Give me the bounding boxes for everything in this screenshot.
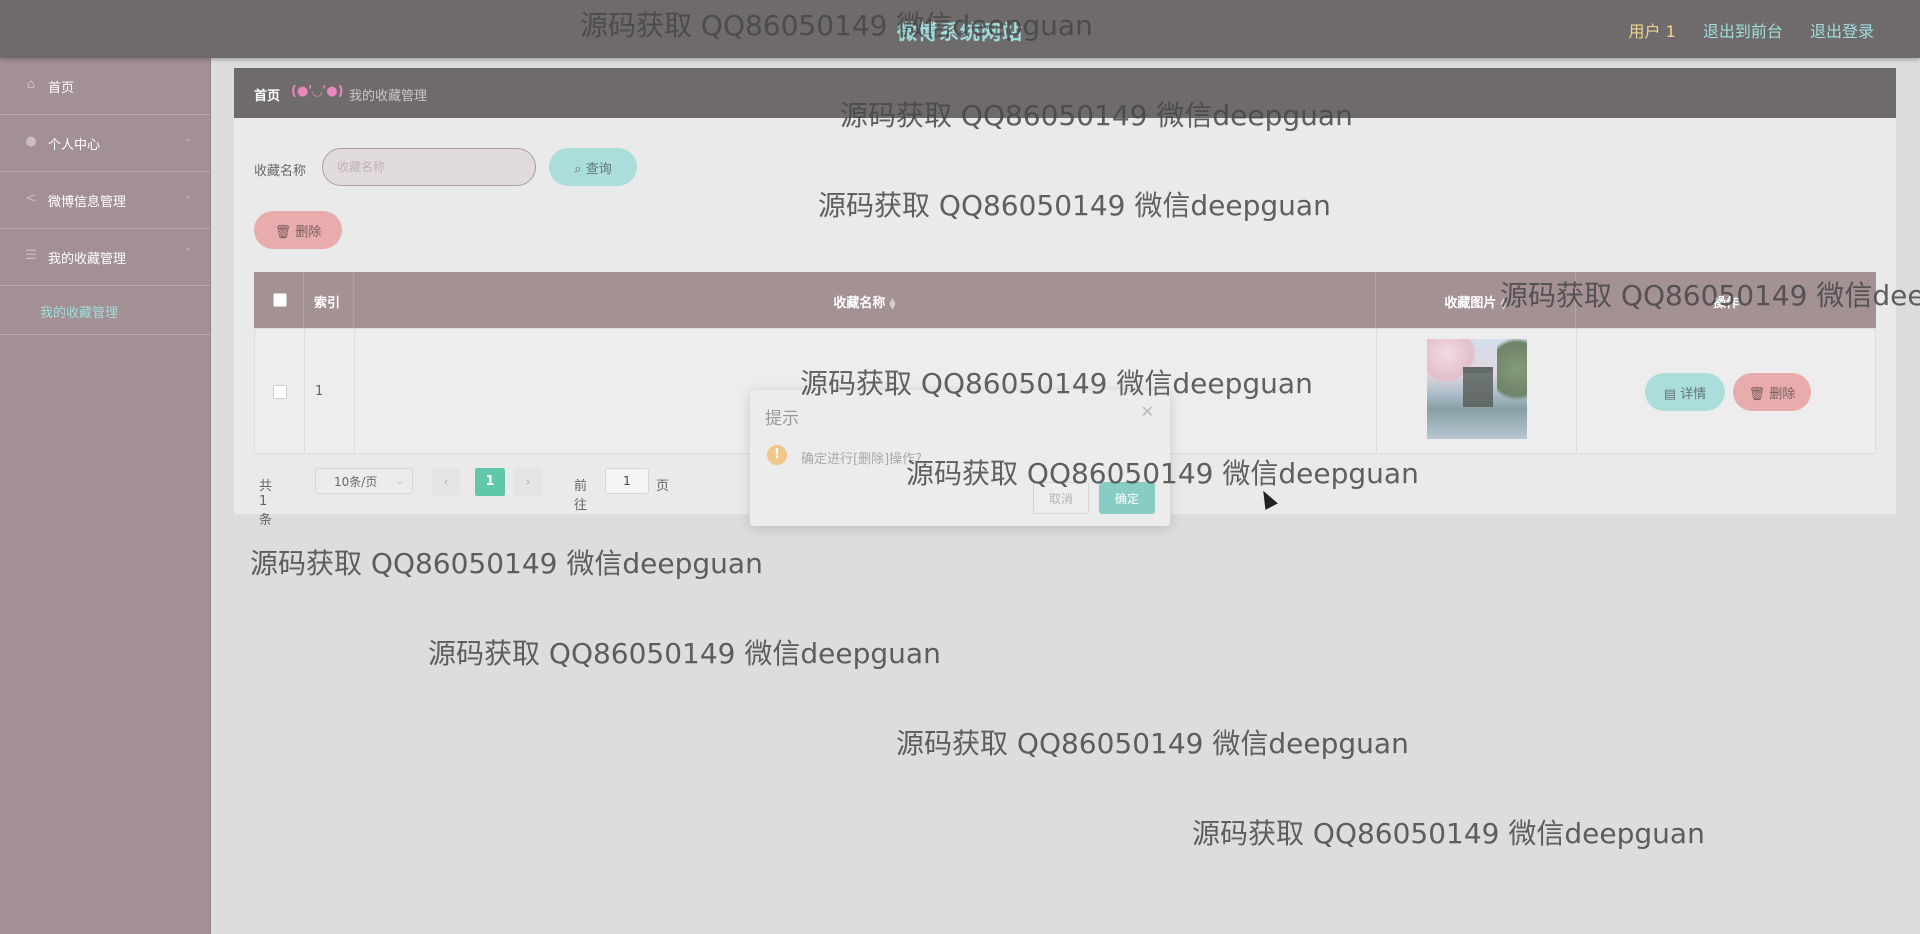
- dialog-message: 确定进行[删除]操作?: [801, 452, 923, 467]
- dialog-confirm-button[interactable]: 确定: [1099, 482, 1155, 514]
- close-icon[interactable]: ✕: [1141, 402, 1154, 421]
- dialog-cancel-button[interactable]: 取消: [1033, 482, 1089, 514]
- warning-icon: !: [767, 445, 787, 465]
- confirm-dialog: 提示 ✕ ! 确定进行[删除]操作? 取消 确定: [750, 390, 1170, 526]
- dialog-title: 提示: [765, 409, 799, 429]
